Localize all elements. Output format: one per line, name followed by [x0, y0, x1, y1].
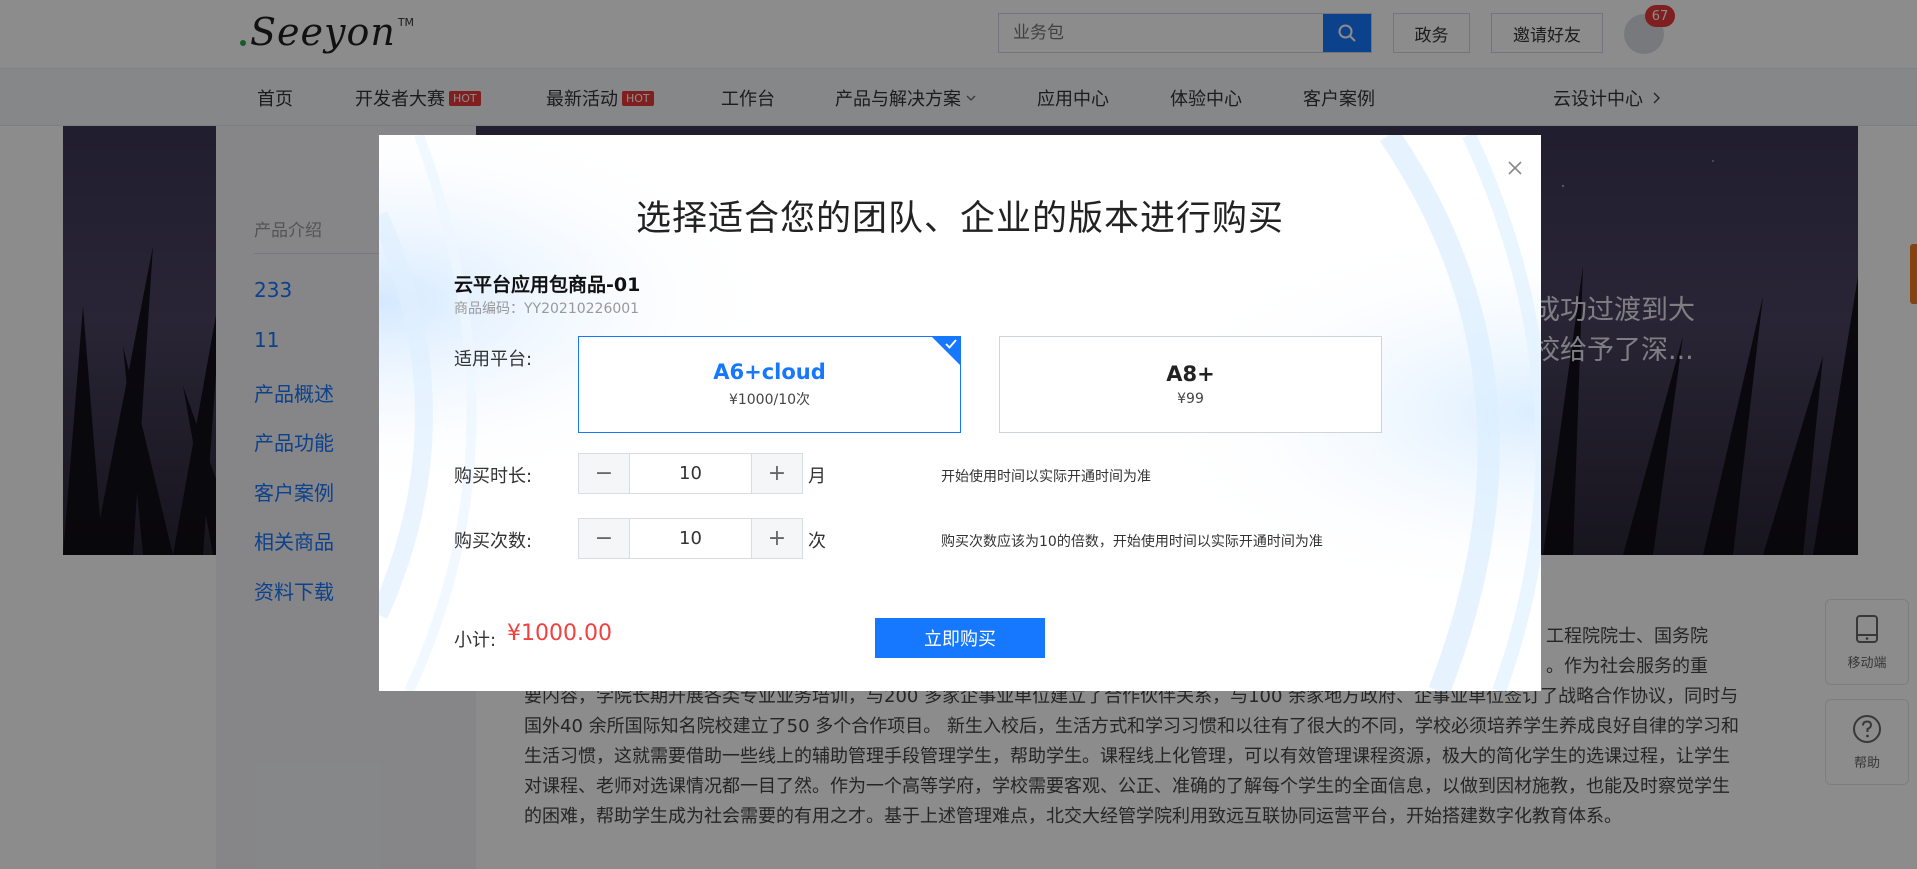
purchase-modal: 选择适合您的团队、企业的版本进行购买 云平台应用包商品-01 商品编码：YY20…: [379, 135, 1541, 691]
duration-label: 购买时长:: [454, 466, 533, 487]
platform-name: A6+cloud: [713, 360, 826, 384]
platform-label: 适用平台:: [454, 349, 533, 370]
duration-value[interactable]: 10: [629, 454, 752, 493]
checkmark-icon: [945, 339, 957, 349]
duration-increment-button[interactable]: +: [752, 454, 802, 493]
count-decrement-button[interactable]: −: [579, 519, 629, 558]
duration-hint: 开始使用时间以实际开通时间为准: [941, 469, 1151, 485]
count-unit: 次: [808, 531, 826, 552]
platform-card-a6-cloud[interactable]: A6+cloud ¥1000/10次: [578, 336, 961, 433]
duration-unit: 月: [808, 466, 826, 487]
subtotal-label: 小计:: [454, 630, 497, 651]
subtotal-value: ¥1000.00: [507, 621, 612, 646]
platform-name: A8+: [1166, 362, 1215, 386]
count-stepper: − 10 +: [578, 518, 803, 559]
count-label: 购买次数:: [454, 531, 533, 552]
count-increment-button[interactable]: +: [752, 519, 802, 558]
platform-card-a8-plus[interactable]: A8+ ¥99: [999, 336, 1382, 433]
product-name: 云平台应用包商品-01: [454, 274, 641, 296]
platform-price: ¥1000/10次: [728, 392, 811, 408]
modal-title: 选择适合您的团队、企业的版本进行购买: [635, 199, 1284, 239]
close-icon[interactable]: [1505, 158, 1525, 178]
buy-now-button[interactable]: 立即购买: [875, 618, 1045, 658]
product-code: 商品编码：YY20210226001: [454, 301, 640, 317]
count-hint: 购买次数应该为10的倍数，开始使用时间以实际开通时间为准: [941, 534, 1323, 550]
platform-price: ¥99: [1177, 391, 1204, 407]
duration-stepper: − 10 +: [578, 453, 803, 494]
duration-decrement-button[interactable]: −: [579, 454, 629, 493]
count-value[interactable]: 10: [629, 519, 752, 558]
